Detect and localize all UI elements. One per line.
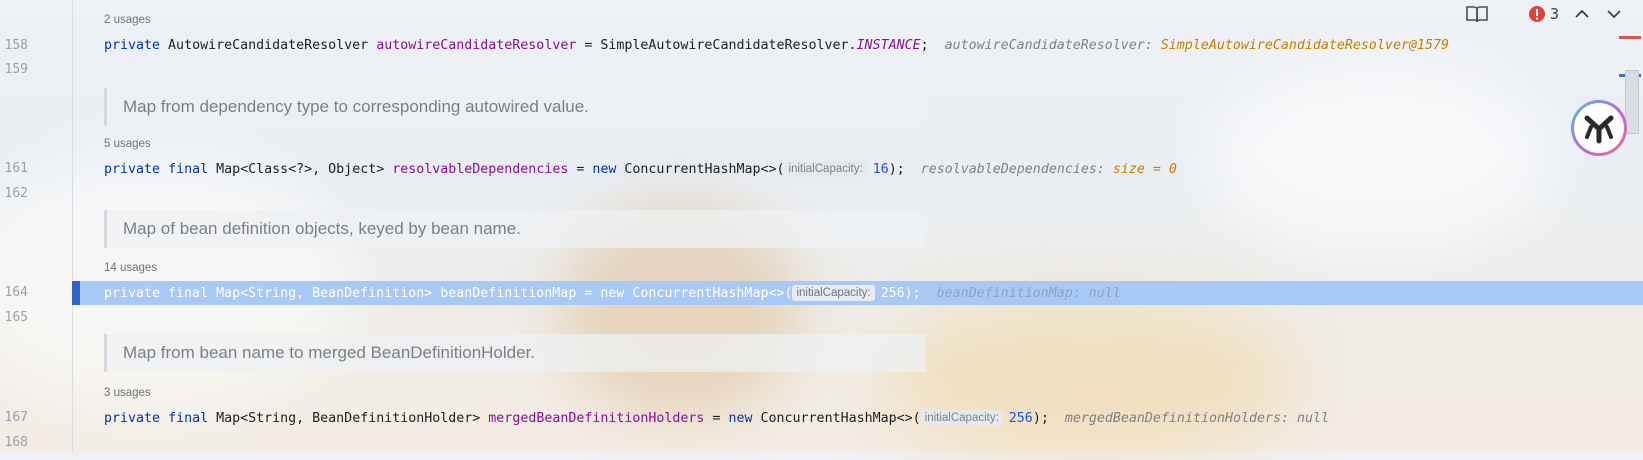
number-literal: 16 — [872, 162, 889, 177]
assignment: = — [704, 411, 729, 426]
type-name: Map<Class<?>, Object> — [208, 162, 393, 177]
usages-link[interactable]: 2 usages — [104, 14, 151, 26]
error-count: 3 — [1550, 5, 1560, 23]
type-name: Map<String, BeanDefinitionHolder> — [208, 411, 489, 426]
number-literal: 256 — [1008, 411, 1033, 426]
static-field: INSTANCE — [856, 38, 921, 53]
line-number: 161 — [4, 161, 28, 176]
line-number: 168 — [4, 435, 28, 450]
doc-comment: Map from bean name to merged BeanDefinit… — [104, 334, 926, 372]
code-line-158[interactable]: private AutowireCandidateResolver autowi… — [104, 38, 1449, 54]
code-line-167[interactable]: private final Map<String, BeanDefinition… — [104, 410, 1329, 427]
type-name: AutowireCandidateResolver — [160, 38, 377, 53]
background-cloud-right — [1200, 60, 1560, 260]
next-problem-button[interactable] — [1604, 4, 1624, 24]
usages-link[interactable]: 5 usages — [104, 138, 151, 150]
terminator: ); — [888, 162, 905, 177]
field-name: mergedBeanDefinitionHolders — [488, 411, 705, 426]
assignment: = — [568, 162, 593, 177]
constructor: ConcurrentHashMap<>( — [616, 162, 785, 177]
keyword: private — [104, 411, 161, 426]
doc-comment: Map from dependency type to correspondin… — [104, 88, 926, 126]
assistant-logo-icon — [1584, 115, 1614, 144]
field-name: resolvableDependencies — [392, 162, 569, 177]
constructor: ConcurrentHashMap<>( — [752, 411, 921, 426]
vertical-scrollbar-thumb[interactable] — [1625, 70, 1639, 134]
code-line-161[interactable]: private final Map<Class<?>, Object> reso… — [104, 161, 1177, 178]
keyword: new — [728, 411, 753, 426]
parameter-hint: initialCapacity: — [792, 285, 875, 301]
previous-problem-button[interactable] — [1572, 4, 1592, 24]
keyword: private — [104, 162, 161, 177]
ai-assistant-button[interactable] — [1571, 100, 1627, 156]
code-line-164[interactable]: private final Map<String, BeanDefinition… — [104, 285, 1121, 302]
book-open-icon — [1466, 6, 1488, 23]
inline-debug-name: autowireCandidateResolver: — [944, 38, 1161, 53]
inline-debug-name: resolvableDependencies: — [920, 162, 1113, 177]
terminator: 256); — [880, 286, 921, 301]
error-circle-icon — [1529, 6, 1545, 22]
inline-debug-value[interactable]: size = 0 — [1113, 162, 1177, 177]
terminator: ; — [920, 38, 929, 53]
line-number: 164 — [4, 285, 28, 300]
inline-debug-value[interactable]: mergedBeanDefinitionHolders: null — [1065, 411, 1329, 426]
usages-link[interactable]: 14 usages — [104, 262, 157, 274]
line-number: 158 — [4, 38, 28, 53]
execution-point-marker — [72, 281, 80, 305]
chevron-up-icon — [1575, 9, 1589, 18]
keyword: final — [168, 162, 209, 177]
line-number: 165 — [4, 310, 28, 325]
reader-mode-button[interactable] — [1464, 3, 1490, 25]
parameter-hint: initialCapacity: — [784, 161, 867, 177]
chevron-down-icon — [1607, 10, 1621, 19]
usages-link[interactable]: 3 usages — [104, 387, 151, 399]
inline-debug-value[interactable]: beanDefinitionMap: null — [937, 286, 1121, 301]
keyword: new — [592, 162, 617, 177]
field-name: autowireCandidateResolver — [376, 38, 577, 53]
terminator: ); — [1032, 411, 1049, 426]
inline-debug-value[interactable]: SimpleAutowireCandidateResolver@1579 — [1161, 38, 1449, 53]
background-glow — [880, 300, 1300, 460]
doc-comment: Map of bean definition objects, keyed by… — [104, 210, 926, 248]
keyword: final — [168, 411, 209, 426]
line-number: 167 — [4, 410, 28, 425]
line-number: 162 — [4, 186, 28, 201]
parameter-hint: initialCapacity: — [920, 410, 1003, 426]
line-number: 159 — [4, 62, 28, 77]
problems-indicator[interactable]: 3 — [1528, 3, 1559, 25]
error-stripe-mark[interactable] — [1619, 36, 1641, 39]
selected-code: private final Map<String, BeanDefinition… — [104, 286, 793, 301]
assignment: = SimpleAutowireCandidateResolver. — [576, 38, 857, 53]
keyword: private — [104, 38, 161, 53]
